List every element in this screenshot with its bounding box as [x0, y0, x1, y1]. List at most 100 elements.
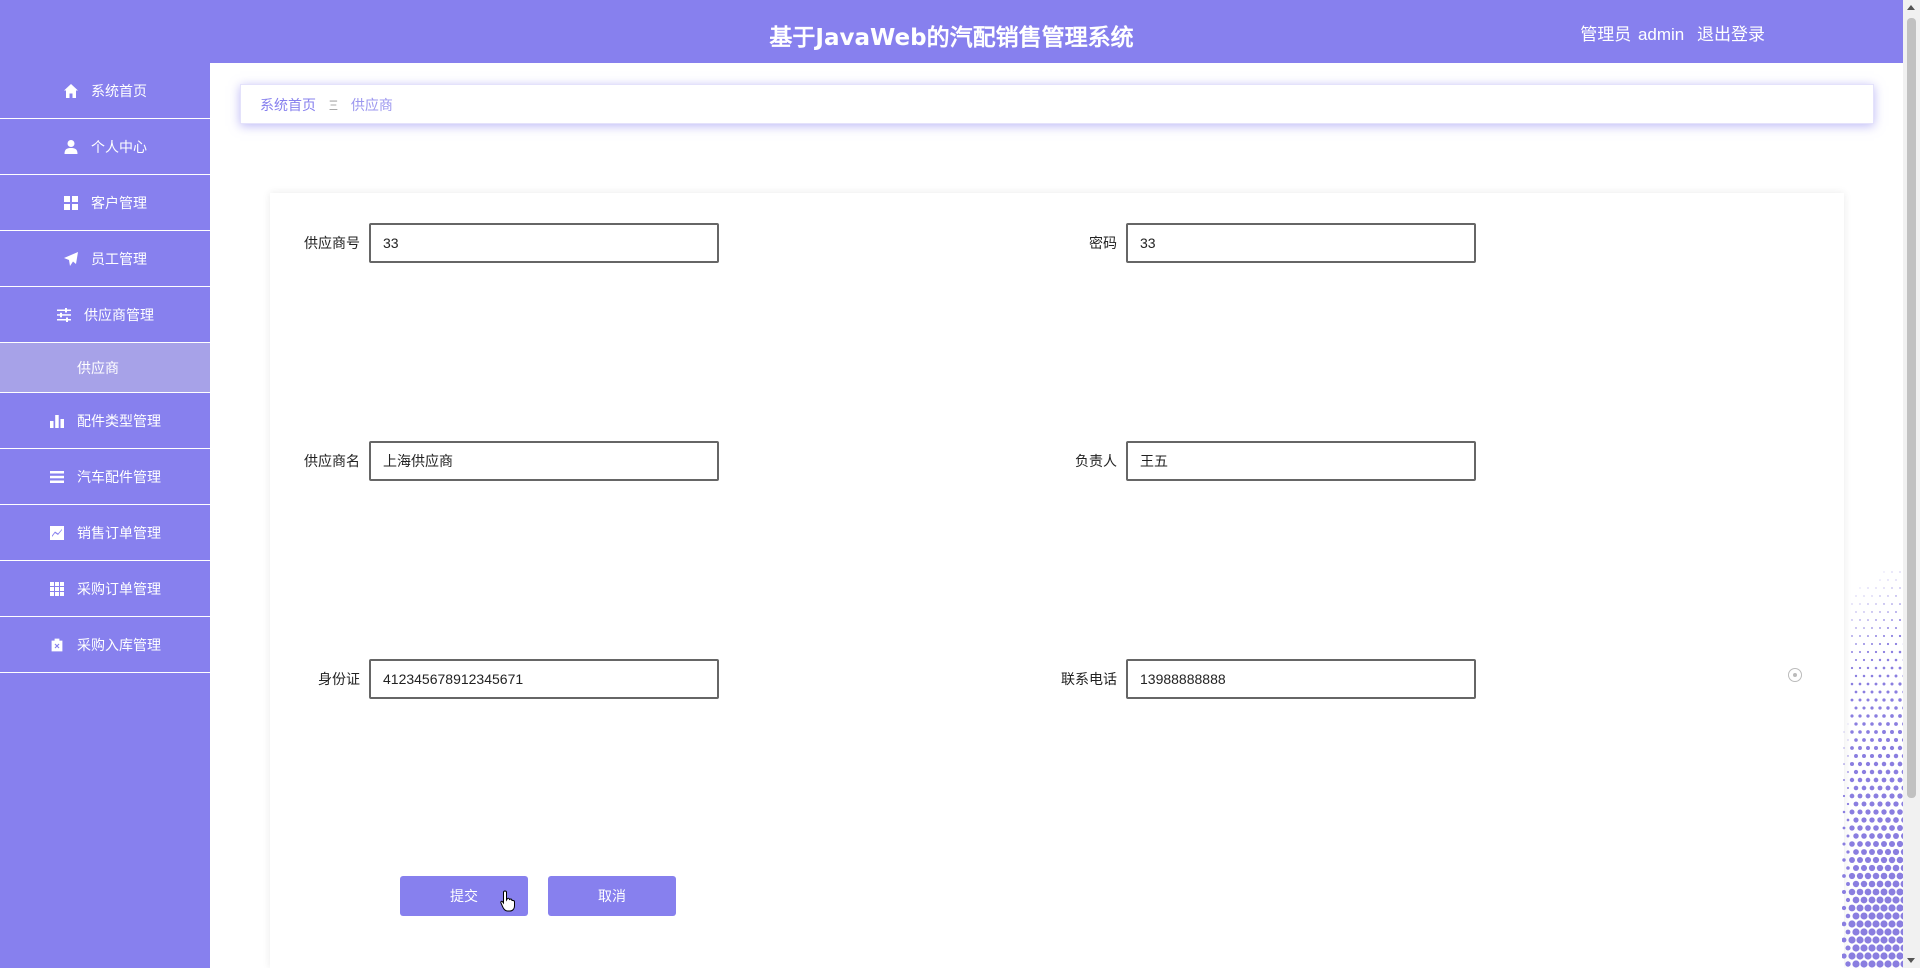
decorative-dot [1857, 777, 1863, 783]
username: admin [1637, 25, 1685, 44]
sidebar-item-home[interactable]: 系统首页 [0, 63, 210, 119]
decorative-dot [1869, 817, 1875, 823]
decorative-dot [1843, 731, 1845, 733]
decorative-dot [1873, 745, 1879, 751]
supplier-name-input[interactable] [369, 441, 719, 481]
decorative-dot [1872, 904, 1880, 912]
decorative-dot [1890, 698, 1894, 702]
sidebar-item-employees[interactable]: 员工管理 [0, 231, 210, 287]
sidebar-subitem-supplier[interactable]: 供应商 [0, 343, 210, 393]
decorative-dot [1868, 880, 1876, 888]
decorative-dot [1872, 888, 1880, 896]
decorative-dot [1885, 753, 1891, 759]
sidebar-item-sales-orders[interactable]: 销售订单管理 [0, 505, 210, 561]
decorative-dot [1880, 920, 1888, 928]
decorative-dot [1873, 841, 1879, 847]
decorative-dot [1874, 714, 1878, 718]
sidebar-item-label: 采购订单管理 [77, 580, 161, 597]
sidebar-item-customers[interactable]: 客户管理 [0, 175, 210, 231]
decorative-dot [1899, 587, 1901, 589]
decorative-dot [1861, 769, 1867, 775]
decorative-dot [1888, 920, 1896, 928]
supplier-no-input[interactable] [369, 223, 719, 263]
decorative-dot [1855, 595, 1857, 597]
decorative-dot [1890, 666, 1894, 670]
decorative-dot [1861, 801, 1867, 807]
decorative-dot [1886, 658, 1890, 662]
decorative-dot [1889, 745, 1895, 751]
decorative-dot [1858, 746, 1862, 750]
decorative-dot [1855, 611, 1857, 613]
sidebar-item-part-types[interactable]: 配件类型管理 [0, 393, 210, 449]
decorative-dot [1858, 730, 1862, 734]
decorative-dot [1873, 777, 1879, 783]
scroll-down-arrow-icon[interactable] [1907, 958, 1915, 963]
field-phone: 联系电话 [1027, 659, 1476, 699]
decorative-dot [1852, 896, 1860, 904]
sidebar-item-auto-parts[interactable]: 汽车配件管理 [0, 449, 210, 505]
decorative-dot [1845, 913, 1851, 919]
decorative-dot [1850, 682, 1854, 686]
phone-input[interactable] [1126, 659, 1476, 699]
decorative-dot [1886, 722, 1890, 726]
decorative-dot [1866, 666, 1870, 670]
decorative-dot [1858, 666, 1862, 670]
decorative-dot [1884, 912, 1892, 920]
decorative-dot [1853, 849, 1859, 855]
user-role: 管理员 [1580, 25, 1632, 44]
decorative-dot [1843, 779, 1845, 781]
decorative-dot [1865, 777, 1871, 783]
decorative-dot [1875, 635, 1877, 637]
manager-input[interactable] [1126, 441, 1476, 481]
decorative-dot [1894, 658, 1898, 662]
sidebar-item-suppliers[interactable]: 供应商管理 [0, 287, 210, 343]
decorative-dot [1897, 809, 1903, 815]
manager-label: 负责人 [1075, 453, 1117, 469]
decorative-dot [1864, 872, 1872, 880]
decorative-dot [1857, 793, 1863, 799]
decorative-dot [1870, 738, 1874, 742]
sidebar-item-label: 系统首页 [91, 82, 147, 99]
breadcrumb-current: 供应商 [350, 97, 393, 113]
decorative-dot [1878, 722, 1882, 726]
decorative-dot [1847, 755, 1849, 757]
decorative-dot [1876, 864, 1884, 872]
decorative-dot [1854, 690, 1858, 694]
sidebar-item-purchase-inbound[interactable]: 采购入库管理 [0, 617, 210, 673]
sidebar-item-label: 供应商管理 [84, 306, 154, 323]
decorative-dot [1870, 706, 1874, 710]
vertical-scrollbar[interactable] [1903, 0, 1920, 968]
decorative-dot [1876, 944, 1884, 952]
sidebar-item-purchase-orders[interactable]: 采购订单管理 [0, 561, 210, 617]
clear-icon[interactable] [1788, 668, 1802, 682]
decorative-dot [1892, 960, 1900, 968]
logout-link[interactable]: 退出登录 [1697, 25, 1765, 44]
decorative-dot [1859, 603, 1861, 605]
decorative-dot [1878, 658, 1882, 662]
decorative-dot [1842, 842, 1846, 846]
decorative-dot [1894, 674, 1898, 678]
decorative-dot [1865, 809, 1871, 815]
decorative-dot [1842, 905, 1847, 911]
decorative-dot [1882, 666, 1886, 670]
sidebar-item-profile[interactable]: 个人中心 [0, 119, 210, 175]
decorative-dot [1895, 627, 1897, 629]
scrollbar-thumb[interactable] [1907, 18, 1916, 798]
scroll-up-arrow-icon[interactable] [1907, 5, 1915, 10]
decorative-dot [1875, 587, 1877, 589]
password-input[interactable] [1126, 223, 1476, 263]
decorative-dot [1888, 952, 1896, 960]
decorative-dot [1881, 761, 1887, 767]
decorative-dot [1846, 850, 1850, 854]
cancel-button[interactable]: 取消 [548, 876, 676, 916]
supplier-no-label: 供应商号 [304, 235, 360, 251]
id-card-input[interactable] [369, 659, 719, 699]
field-id-card: 身份证 [270, 659, 719, 699]
decorative-dot [1864, 904, 1872, 912]
sidebar-item-label: 配件类型管理 [77, 412, 161, 429]
decorative-dot [1866, 650, 1870, 654]
decorative-dot [1849, 809, 1855, 815]
decorative-dot [1857, 761, 1863, 767]
breadcrumb-home[interactable]: 系统首页 [260, 97, 316, 113]
decorative-dot [1860, 864, 1868, 872]
